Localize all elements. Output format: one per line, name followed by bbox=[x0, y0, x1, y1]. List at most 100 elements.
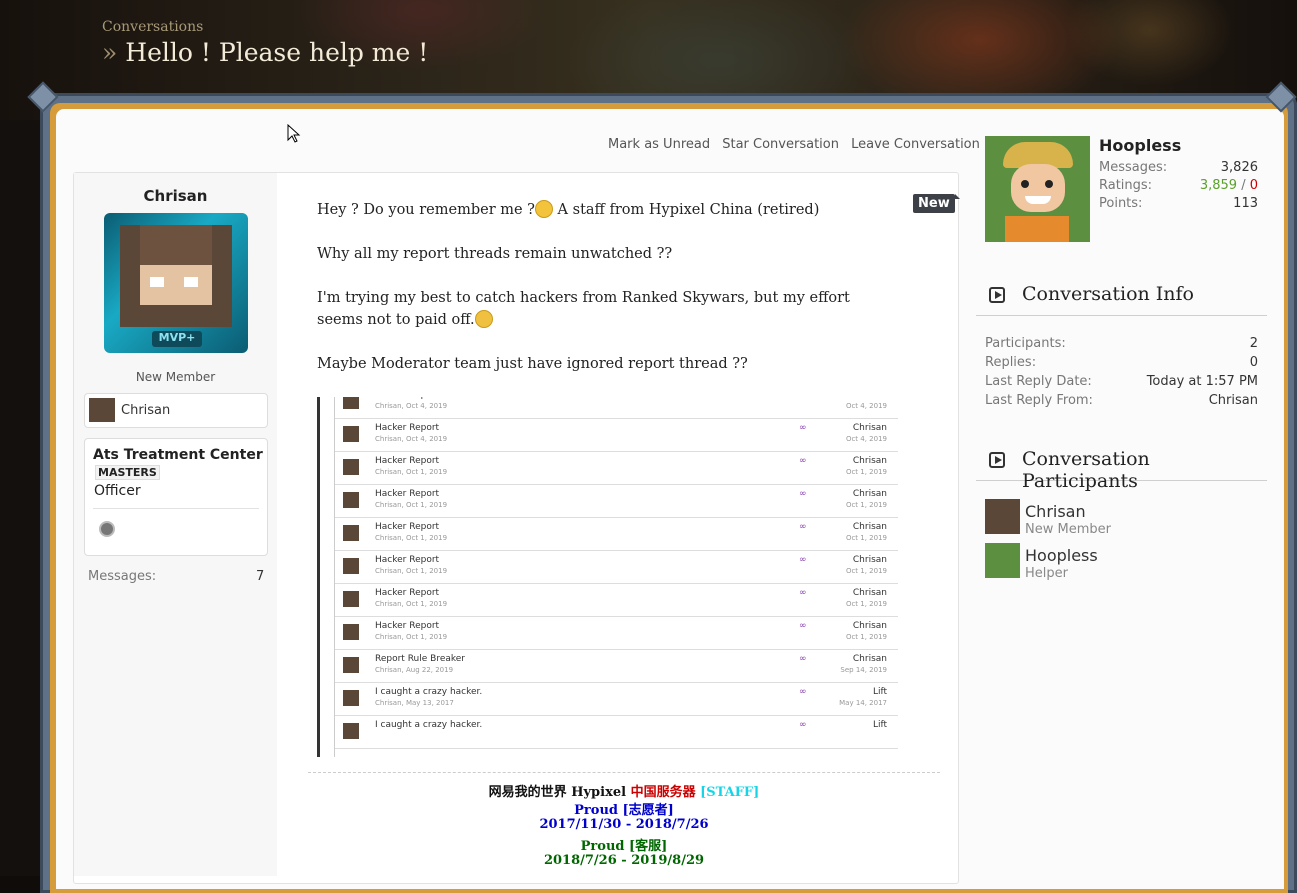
thread-last-date: May 14, 2017 bbox=[839, 699, 887, 707]
participant-name-hoopless[interactable]: Hoopless bbox=[1025, 546, 1098, 565]
thread-subtitle: Chrisan, Oct 1, 2019 bbox=[375, 501, 448, 509]
rank-badge: MVP+ bbox=[152, 331, 202, 347]
signature-line-1: 网易我的世界 Hypixel 中国服务器 [STAFF] bbox=[308, 781, 940, 800]
thread-subtitle: Chrisan, Oct 1, 2019 bbox=[375, 633, 448, 641]
participant-avatar-chrisan[interactable] bbox=[985, 499, 1020, 534]
thread-title: I caught a crazy hacker. bbox=[375, 687, 483, 697]
page-title: » Hello ! Please help me ! bbox=[102, 38, 428, 67]
new-message-badge: New bbox=[913, 194, 960, 213]
linked-account-avatar bbox=[89, 398, 115, 422]
post-text-3: I'm trying my best to catch hackers from… bbox=[317, 290, 850, 328]
left-background bbox=[0, 120, 40, 876]
thread-last-user: Chrisan bbox=[852, 654, 887, 664]
breadcrumb-separator: » bbox=[102, 38, 118, 67]
profile-avatar[interactable] bbox=[985, 136, 1090, 242]
thread-last-user: Chrisan bbox=[852, 621, 887, 631]
ratings-positive: 3,859 bbox=[1199, 178, 1238, 193]
linked-account-box[interactable]: Chrisan bbox=[84, 393, 268, 428]
info-label-participants: Participants: bbox=[985, 336, 1066, 351]
thread-status-icon: ∞ bbox=[799, 522, 807, 532]
post-text-1b: A staff from Hypixel China (retired) bbox=[552, 202, 820, 218]
thread-title: I caught a crazy hacker. bbox=[375, 720, 483, 730]
signature-line-4: Proud [客服] bbox=[580, 839, 668, 854]
signature-line-3: 2017/11/30 - 2018/7/26 bbox=[539, 817, 709, 832]
thread-last-user: Lift bbox=[872, 720, 887, 730]
info-value-last-reply-date: Today at 1:57 PM bbox=[1146, 374, 1258, 389]
author-avatar[interactable] bbox=[120, 225, 232, 327]
thread-last-date: Oct 1, 2019 bbox=[845, 468, 887, 476]
mouse-cursor-icon bbox=[287, 124, 301, 143]
guild-name[interactable]: Ats Treatment Center bbox=[93, 447, 263, 463]
screenshot-thread-row: Hacker Report Chrisan, Oct 1, 2019 ∞ Chrisa… bbox=[335, 451, 898, 485]
page-title-text: Hello ! Please help me ! bbox=[125, 38, 429, 67]
participant-avatar-hoopless[interactable] bbox=[985, 543, 1020, 578]
thread-last-user: Chrisan bbox=[852, 588, 887, 598]
thread-title: Hacker Report bbox=[375, 456, 440, 466]
sig-text-1c: [STAFF] bbox=[695, 785, 760, 800]
thread-subtitle: Chrisan, Oct 1, 2019 bbox=[375, 534, 448, 542]
thread-status-icon: ∞ bbox=[799, 588, 807, 598]
thread-avatar-icon bbox=[343, 558, 359, 574]
thread-subtitle: Chrisan, Oct 1, 2019 bbox=[375, 567, 448, 575]
ratings-separator: / bbox=[1237, 178, 1250, 193]
star-conversation-link[interactable]: Star Conversation bbox=[722, 137, 839, 152]
signature-line-2: Proud [志愿者] bbox=[574, 803, 674, 818]
thread-avatar-icon bbox=[343, 492, 359, 508]
info-label-last-reply-date: Last Reply Date: bbox=[985, 374, 1092, 389]
post-line-3: I'm trying my best to catch hackers from… bbox=[317, 287, 887, 331]
thread-avatar-icon bbox=[343, 723, 359, 739]
thread-last-date: Oct 1, 2019 bbox=[845, 567, 887, 575]
profile-name[interactable]: Hoopless bbox=[1099, 136, 1181, 155]
info-label-replies: Replies: bbox=[985, 355, 1037, 370]
info-value-last-reply-from[interactable]: Chrisan bbox=[1209, 393, 1258, 408]
sig-text-1a: 网易我的世界 Hypixel bbox=[488, 785, 631, 800]
thread-avatar-icon bbox=[343, 397, 359, 409]
thread-title: Hacker Report bbox=[375, 522, 440, 532]
profile-messages-value: 3,826 bbox=[1220, 160, 1258, 175]
post-line-2: Why all my report threads remain unwatch… bbox=[317, 246, 673, 262]
thread-last-date: Oct 1, 2019 bbox=[845, 600, 887, 608]
linked-account-name: Chrisan bbox=[121, 403, 171, 418]
conversation-actions: Mark as Unread Star Conversation Leave C… bbox=[608, 137, 988, 152]
author-messages-value: 7 bbox=[256, 569, 265, 584]
thread-title: Hacker Report bbox=[375, 588, 440, 598]
sig-text-1b: 中国服务器 bbox=[630, 785, 696, 800]
thread-avatar-icon bbox=[343, 624, 359, 640]
thread-title: Hacker Report bbox=[375, 397, 439, 400]
post-line-4: Maybe Moderator team just have ignored r… bbox=[317, 356, 748, 372]
thread-title: Report Rule Breaker bbox=[375, 654, 466, 664]
thread-last-date: Oct 1, 2019 bbox=[845, 633, 887, 641]
breadcrumb[interactable]: Conversations bbox=[102, 19, 203, 35]
ratings-negative: 0 bbox=[1249, 178, 1258, 193]
post-text-1a: Hey ? Do you remember me ? bbox=[317, 202, 535, 218]
thread-status-icon: ∞ bbox=[799, 456, 807, 466]
participant-name-chrisan[interactable]: Chrisan bbox=[1025, 502, 1086, 521]
screenshot-thread-row: Hacker Report Chrisan, Oct 1, 2019 ∞ Chrisa… bbox=[335, 517, 898, 551]
author-name[interactable]: Chrisan bbox=[74, 187, 277, 205]
conversation-info-title: Conversation Info bbox=[1022, 283, 1194, 305]
mark-unread-link[interactable]: Mark as Unread bbox=[608, 137, 710, 152]
screenshot-thread-row: Hacker Report Chrisan, Oct 1, 2019 ∞ Chrisa… bbox=[335, 484, 898, 518]
thread-avatar-icon bbox=[343, 426, 359, 442]
thread-last-date: Oct 1, 2019 bbox=[845, 534, 887, 542]
info-value-replies: 0 bbox=[1249, 355, 1258, 370]
participants-header: Conversation Participants bbox=[976, 442, 1267, 492]
leave-conversation-link[interactable]: Leave Conversation bbox=[851, 137, 980, 152]
thread-subtitle: Chrisan, Oct 1, 2019 bbox=[375, 600, 448, 608]
thread-title: Hacker Report bbox=[375, 489, 440, 499]
thread-last-date: Sep 14, 2019 bbox=[840, 666, 887, 674]
thread-last-user: Chrisan bbox=[852, 522, 887, 532]
thread-status-icon: ∞ bbox=[799, 555, 807, 565]
author-role: New Member bbox=[135, 370, 216, 384]
info-label-last-reply-from: Last Reply From: bbox=[985, 393, 1093, 408]
profile-points-value: 113 bbox=[1233, 196, 1258, 211]
thread-status-icon: ∞ bbox=[799, 397, 807, 400]
thread-last-date: Oct 4, 2019 bbox=[845, 402, 887, 410]
guild-rank: Officer bbox=[94, 483, 141, 499]
screenshot-thread-row: Hacker Report Chrisan, Oct 4, 2019 ∞ Chrisa… bbox=[335, 397, 898, 419]
thread-avatar-icon bbox=[343, 657, 359, 673]
embedded-screenshot[interactable]: Hacker Report Chrisan, Oct 4, 2019 ∞ Chrisa… bbox=[317, 397, 898, 757]
profile-ratings-value: 3,859 / 0 bbox=[1200, 178, 1258, 193]
thread-status-icon: ∞ bbox=[799, 423, 807, 433]
thread-title: Hacker Report bbox=[375, 555, 440, 565]
